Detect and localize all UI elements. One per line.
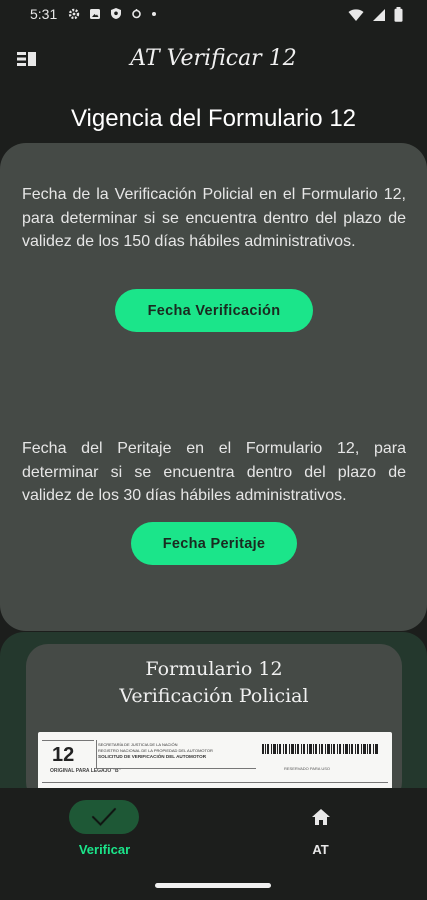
verification-description: Fecha de la Verificación Policial en el … — [22, 186, 406, 250]
nav-label-at: AT — [312, 842, 329, 857]
battery-icon — [394, 7, 403, 22]
gesture-home-indicator[interactable] — [155, 883, 271, 888]
signal-icon — [373, 8, 385, 21]
form-header: SECRETARÍA DE JUSTICIA DE LA NACIÓN REGI… — [98, 742, 248, 760]
form-12-card[interactable]: Formulario 12 Verificación Policial 12 O… — [26, 644, 402, 804]
status-notification-icons — [68, 7, 157, 20]
nav-label-verificar: Verificar — [78, 842, 131, 857]
appraisal-description: Fecha del Peritaje en el Formulario 12, … — [22, 440, 406, 504]
nav-item-at[interactable]: AT — [214, 788, 427, 866]
photo-icon — [90, 8, 100, 19]
nav-item-verificar[interactable]: Verificar — [0, 788, 213, 866]
form-card-subtitle: Verificación Policial — [119, 685, 309, 707]
bottom-navigation: Verificar AT — [0, 788, 427, 866]
wifi-icon — [348, 8, 364, 21]
form-number: 12 — [52, 744, 75, 766]
status-system-icons — [348, 7, 403, 22]
dot-icon — [152, 11, 156, 16]
appraisal-date-button[interactable]: Fecha Peritaje — [131, 522, 297, 565]
shield-icon — [111, 8, 121, 19]
app-bar: AT Verificar 12 — [0, 30, 427, 92]
home-icon — [312, 809, 330, 825]
status-bar: 5:31 — [0, 0, 427, 30]
form-reserved-label: RESERVADO PARA USO — [284, 766, 331, 771]
app-title: AT Verificar 12 — [130, 46, 297, 71]
check-icon — [91, 807, 117, 827]
form-request: SOLICITUD DE VERIFICACIÓN DEL AUTOMOTOR — [98, 754, 207, 759]
gear-icon — [68, 8, 80, 19]
validity-card: Fecha de la Verificación Policial en el … — [0, 143, 427, 631]
form-card-title: Formulario 12 — [145, 658, 283, 680]
barcode-graphic — [262, 744, 378, 754]
verification-date-button[interactable]: Fecha Verificación — [115, 289, 313, 332]
page-title: Vigencia del Formulario 12 — [70, 105, 357, 132]
nav-active-indicator — [69, 800, 139, 834]
status-time: 5:31 — [30, 6, 58, 22]
key-icon — [132, 8, 141, 18]
